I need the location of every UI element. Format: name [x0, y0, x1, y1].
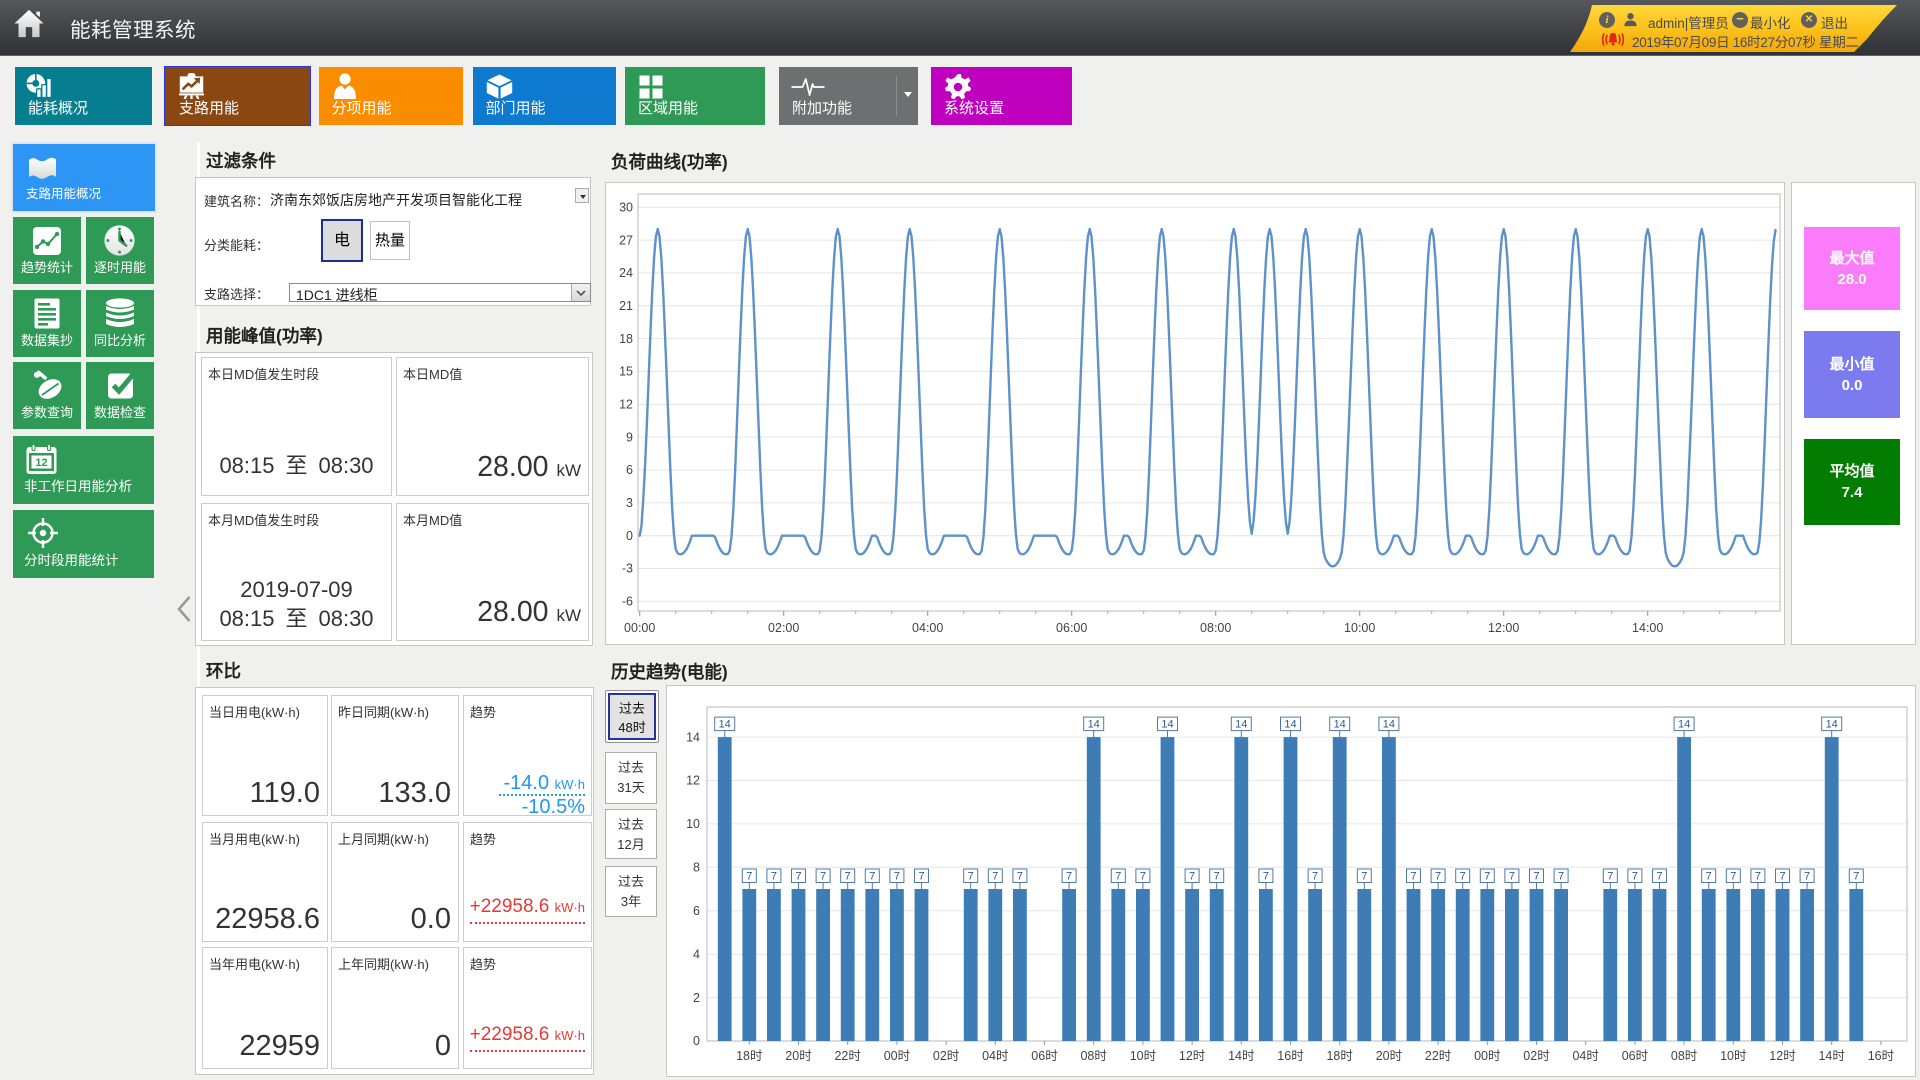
svg-text:10: 10: [686, 817, 700, 831]
svg-text:12: 12: [35, 457, 47, 469]
svg-text:7: 7: [918, 870, 924, 882]
svg-text:02:00: 02:00: [768, 621, 799, 635]
svg-text:14: 14: [1334, 718, 1346, 730]
svg-text:14: 14: [1284, 718, 1296, 730]
svg-text:-6: -6: [622, 595, 633, 609]
svg-text:22时: 22时: [1425, 1049, 1452, 1063]
svg-text:7: 7: [1706, 870, 1712, 882]
svg-text:14时: 14时: [1228, 1049, 1255, 1063]
svg-text:0: 0: [626, 529, 633, 543]
svg-text:10时: 10时: [1130, 1049, 1157, 1063]
svg-text:7: 7: [1656, 870, 1662, 882]
svg-text:14: 14: [1678, 718, 1690, 730]
svg-text:6: 6: [693, 904, 700, 918]
svg-text:18时: 18时: [736, 1049, 763, 1063]
svg-text:04时: 04时: [982, 1049, 1009, 1063]
svg-text:08:00: 08:00: [1200, 621, 1231, 635]
svg-text:7: 7: [1115, 870, 1121, 882]
svg-text:7: 7: [1607, 870, 1613, 882]
svg-text:7: 7: [1066, 870, 1072, 882]
svg-text:14: 14: [1088, 718, 1100, 730]
svg-text:18时: 18时: [1326, 1049, 1353, 1063]
svg-text:24: 24: [619, 266, 633, 280]
svg-text:7: 7: [1017, 870, 1023, 882]
svg-text:02时: 02时: [1523, 1049, 1550, 1063]
svg-text:14时: 14时: [1818, 1049, 1845, 1063]
svg-text:7: 7: [869, 870, 875, 882]
svg-text:12: 12: [686, 774, 700, 788]
svg-text:3: 3: [626, 496, 633, 510]
svg-text:7: 7: [968, 870, 974, 882]
svg-text:16时: 16时: [1868, 1049, 1895, 1063]
svg-text:06时: 06时: [1622, 1049, 1649, 1063]
svg-text:7: 7: [1730, 870, 1736, 882]
svg-text:7: 7: [1632, 870, 1638, 882]
svg-text:21: 21: [619, 299, 633, 313]
svg-text:7: 7: [1361, 870, 1367, 882]
svg-text:7: 7: [1435, 870, 1441, 882]
svg-text:7: 7: [1484, 870, 1490, 882]
svg-text:7: 7: [1263, 870, 1269, 882]
svg-text:12时: 12时: [1769, 1049, 1796, 1063]
svg-text:12时: 12时: [1179, 1049, 1206, 1063]
svg-text:7: 7: [1214, 870, 1220, 882]
svg-text:02时: 02时: [933, 1049, 960, 1063]
svg-text:12: 12: [619, 398, 633, 412]
svg-text:00时: 00时: [884, 1049, 911, 1063]
svg-text:6: 6: [626, 463, 633, 477]
svg-text:7: 7: [1189, 870, 1195, 882]
svg-text:7: 7: [1779, 870, 1785, 882]
svg-text:7: 7: [820, 870, 826, 882]
svg-text:0: 0: [693, 1034, 700, 1048]
svg-text:04时: 04时: [1572, 1049, 1599, 1063]
svg-text:20时: 20时: [1376, 1049, 1403, 1063]
svg-text:04:00: 04:00: [912, 621, 943, 635]
svg-text:7: 7: [771, 870, 777, 882]
svg-text:06时: 06时: [1031, 1049, 1058, 1063]
svg-text:30: 30: [619, 200, 633, 214]
svg-text:27: 27: [619, 233, 633, 247]
svg-text:7: 7: [1312, 870, 1318, 882]
svg-text:14: 14: [1383, 718, 1395, 730]
svg-text:14: 14: [686, 730, 700, 744]
svg-text:7: 7: [845, 870, 851, 882]
svg-text:18: 18: [619, 332, 633, 346]
svg-text:8: 8: [693, 861, 700, 875]
svg-text:14: 14: [1826, 718, 1838, 730]
svg-text:14: 14: [1235, 718, 1247, 730]
svg-text:7: 7: [1804, 870, 1810, 882]
svg-text:20时: 20时: [785, 1049, 812, 1063]
svg-text:7: 7: [1460, 870, 1466, 882]
svg-text:7: 7: [1140, 870, 1146, 882]
svg-text:06:00: 06:00: [1056, 621, 1087, 635]
svg-text:7: 7: [1755, 870, 1761, 882]
svg-text:7: 7: [1410, 870, 1416, 882]
svg-text:7: 7: [992, 870, 998, 882]
svg-text:12:00: 12:00: [1488, 621, 1519, 635]
svg-text:9: 9: [626, 430, 633, 444]
svg-text:16时: 16时: [1277, 1049, 1304, 1063]
svg-text:2: 2: [693, 991, 700, 1005]
svg-text:08时: 08时: [1671, 1049, 1698, 1063]
svg-text:15: 15: [619, 365, 633, 379]
svg-text:08时: 08时: [1080, 1049, 1107, 1063]
svg-text:7: 7: [1509, 870, 1515, 882]
svg-text:14:00: 14:00: [1632, 621, 1663, 635]
svg-text:22时: 22时: [834, 1049, 861, 1063]
svg-text:10:00: 10:00: [1344, 621, 1375, 635]
svg-text:14: 14: [1161, 718, 1173, 730]
svg-text:7: 7: [1533, 870, 1539, 882]
svg-text:00:00: 00:00: [624, 621, 655, 635]
svg-text:7: 7: [746, 870, 752, 882]
svg-text:-3: -3: [622, 562, 633, 576]
svg-text:7: 7: [795, 870, 801, 882]
svg-text:7: 7: [1558, 870, 1564, 882]
svg-text:00时: 00时: [1474, 1049, 1501, 1063]
svg-text:4: 4: [693, 947, 700, 961]
svg-text:10时: 10时: [1720, 1049, 1747, 1063]
svg-text:14: 14: [719, 718, 731, 730]
svg-text:7: 7: [1853, 870, 1859, 882]
svg-text:7: 7: [894, 870, 900, 882]
